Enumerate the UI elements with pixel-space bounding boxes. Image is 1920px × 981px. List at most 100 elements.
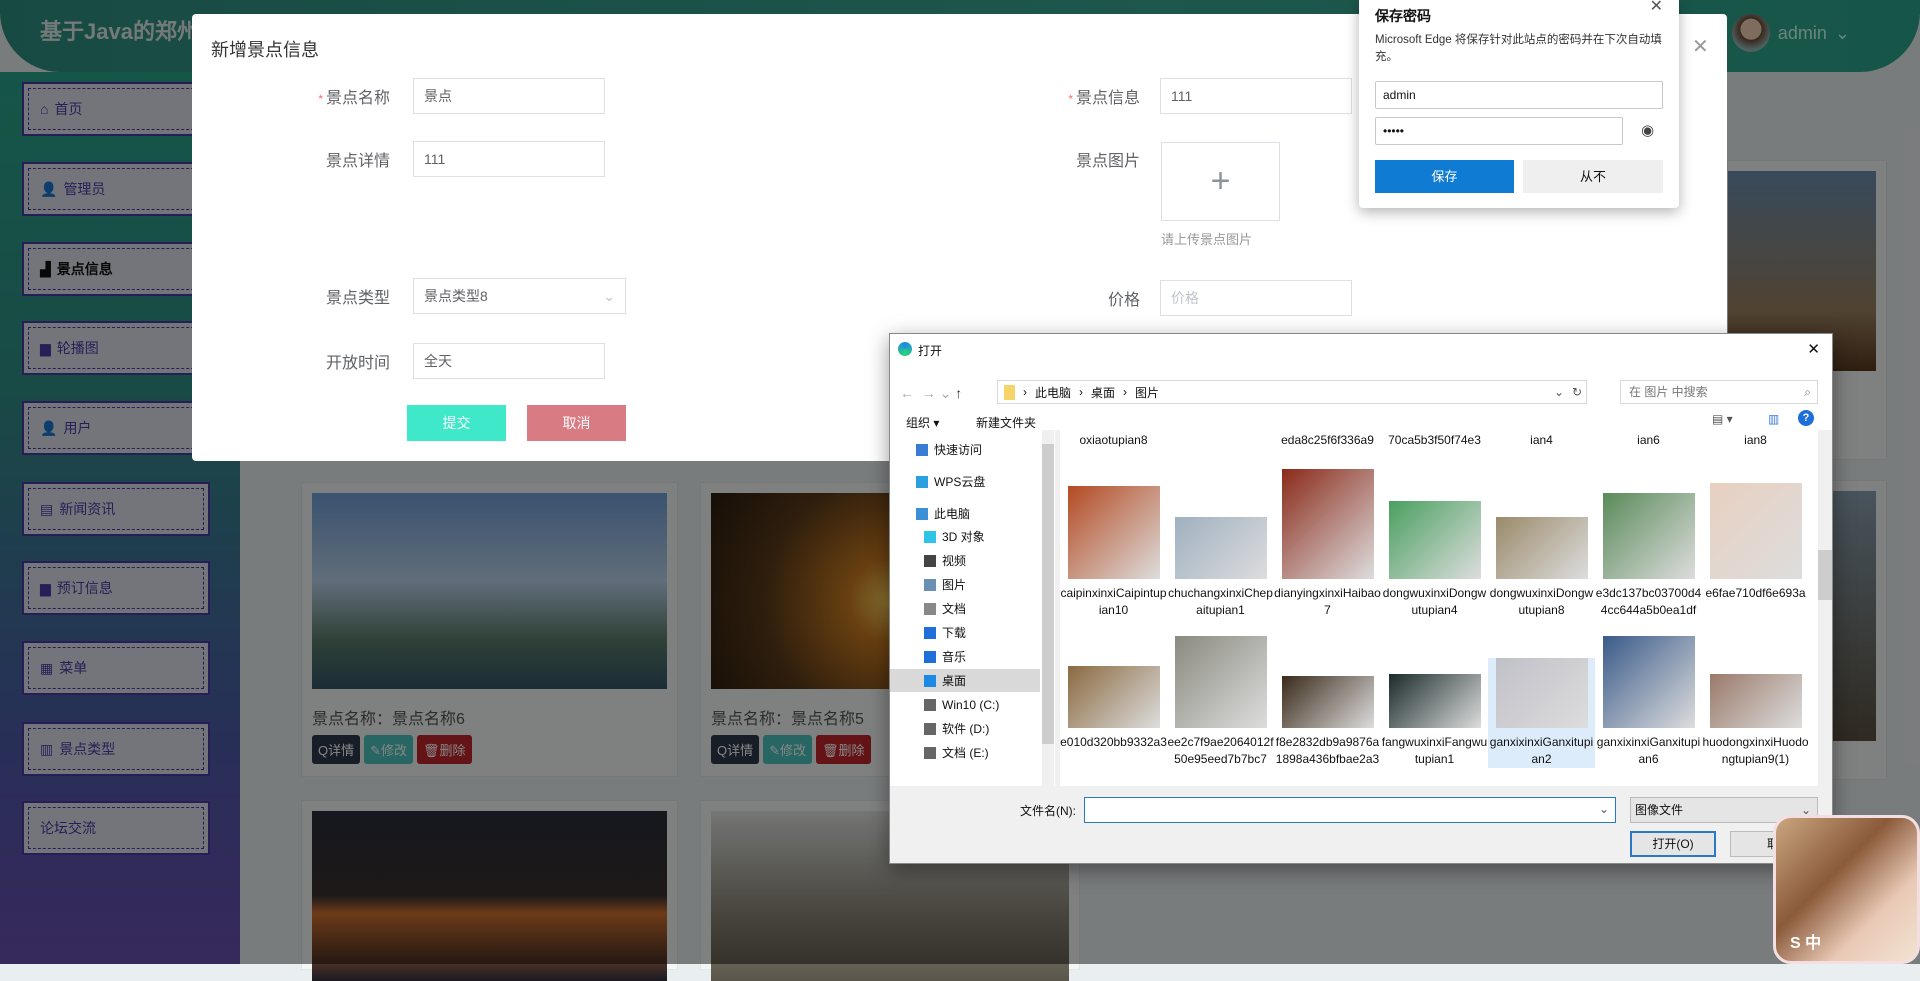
search-input[interactable]: 在 图片 中搜索 ⌕	[1620, 380, 1818, 404]
never-button[interactable]: 从不	[1523, 160, 1663, 193]
file-name: caipinxinxiCaipintupian4	[1530, 433, 1553, 447]
scenic-info-input[interactable]: 111	[1160, 78, 1352, 114]
close-icon[interactable]: ✕	[1807, 340, 1820, 358]
open-time-label: 开放时间	[325, 355, 390, 372]
name-label: * 景点名称	[270, 84, 390, 108]
submit-button[interactable]: 提交	[407, 405, 506, 441]
breadcrumb-item[interactable]: 此电脑	[1035, 384, 1071, 401]
scenic-detail-input[interactable]: 111	[413, 141, 605, 177]
file-name: caipinxinxiCaipintupian6	[1637, 433, 1660, 447]
nav-item[interactable]: 快速访问	[890, 438, 1040, 461]
save-password-button[interactable]: 保存	[1375, 160, 1514, 193]
back-icon[interactable]: ← → ⌄ ↑	[900, 385, 962, 402]
file-item[interactable]: e3dc137bc03700d44cc644a5b0ea1df	[1595, 493, 1702, 619]
close-icon[interactable]: ✕	[1692, 34, 1709, 59]
refresh-icon[interactable]: ↻	[1572, 385, 1582, 399]
nav-item[interactable]: Win10 (C:)	[890, 693, 1040, 716]
file-item[interactable]: caipinxinxiCaipintupian10	[1060, 486, 1167, 619]
password-field[interactable]: •••••	[1375, 117, 1623, 145]
chevron-down-icon[interactable]: ⌄	[1554, 385, 1564, 399]
file-name: e010d320bb9332a3	[1060, 735, 1167, 749]
nav-item[interactable]: 软件 (D:)	[890, 717, 1040, 740]
file-scrollbar[interactable]	[1818, 430, 1832, 786]
file-item[interactable]: c3fd9ac10ba55890eda8c25f6f336a9	[1274, 430, 1381, 449]
file-name: dongwuxinxiDongwutupian8	[1489, 586, 1594, 617]
price-input[interactable]: 价格	[1160, 280, 1352, 316]
file-item[interactable]: e010d320bb9332a3	[1060, 666, 1167, 751]
file-item[interactable]: e6fae710df6e693a	[1702, 483, 1809, 602]
nav-item[interactable]: 音乐	[890, 645, 1040, 668]
nav-item[interactable]: 下载	[890, 621, 1040, 644]
file-item[interactable]: huodongxinxiHuodongtupian9(1)	[1702, 674, 1809, 768]
nav-item[interactable]: 此电脑	[890, 502, 1040, 525]
file-item[interactable]: chuchangxinxiChepaitupian1	[1167, 517, 1274, 619]
address-bar[interactable]: › 此电脑 › 桌面 › 图片 ⌄ ↻	[997, 380, 1587, 404]
nav-label: 图片	[942, 578, 967, 592]
file-item[interactable]: bc9bf8767a060f1	[1167, 430, 1274, 432]
folder-icon	[924, 746, 936, 759]
preview-pane-icon[interactable]: ▥	[1768, 412, 1779, 426]
nav-label: 3D 对象	[942, 530, 985, 544]
nav-item[interactable]: 3D 对象	[890, 525, 1040, 548]
organize-button[interactable]: 组织 ▾	[906, 414, 939, 431]
view-icon[interactable]: ▤ ▾	[1712, 412, 1733, 426]
file-item[interactable]: caipinxinxiCaipintupian8	[1702, 430, 1809, 449]
nav-label: Win10 (C:)	[942, 697, 1000, 712]
file-thumbnail	[1495, 658, 1588, 728]
nav-item[interactable]: 桌面	[890, 669, 1040, 692]
open-time-input[interactable]: 全天	[413, 343, 605, 379]
file-item[interactable]: dongwuxinxiDongwutupian8	[1488, 517, 1595, 619]
required-mark: *	[1068, 92, 1073, 106]
file-name: chuchangxinxiChepaitupian1	[1168, 586, 1273, 617]
nav-scrollbar[interactable]	[1042, 430, 1054, 786]
file-item[interactable]: caipinxinxiCaipintupian6	[1595, 430, 1702, 449]
folder-icon	[924, 626, 936, 639]
nav-item[interactable]: 图片	[890, 573, 1040, 596]
file-thumbnail	[1602, 493, 1695, 579]
separator: ›	[1023, 385, 1027, 399]
close-icon[interactable]: ✕	[1650, 0, 1663, 16]
nav-item[interactable]: 文档 (E:)	[890, 741, 1040, 764]
new-folder-button[interactable]: 新建文件夹	[976, 414, 1036, 431]
help-icon[interactable]: ?	[1798, 410, 1814, 426]
folder-icon	[916, 443, 928, 456]
nav-label: 文档	[942, 602, 967, 616]
file-item[interactable]: baoxiaobiaozhunBaoxiaotupian8	[1060, 430, 1167, 449]
file-name: fangwuxinxiFangwutupian1	[1381, 735, 1488, 766]
file-item[interactable]: fangwuxinxiFangwutupian1	[1381, 674, 1488, 768]
price-label: 价格	[1107, 292, 1140, 309]
scenic-type-select[interactable]: 景点类型8 ⌄	[413, 278, 626, 314]
image-upload[interactable]: +	[1161, 142, 1280, 221]
navigation-pane: 快速访问 WPS云盘此电脑 3D 对象视频图片文档下载 音乐 桌面 Win10 (C:) 软…	[890, 430, 1055, 786]
cancel-button[interactable]: 取消	[527, 405, 626, 441]
eye-icon[interactable]: ◉	[1641, 121, 1654, 139]
open-button[interactable]: 打开(O)	[1630, 831, 1716, 857]
file-name: dongwuxinxiDongwutupian4	[1382, 586, 1487, 617]
nav-item[interactable]: 文档	[890, 597, 1040, 620]
filename-input[interactable]: ⌄	[1084, 797, 1616, 823]
nav-label: 软件 (D:)	[942, 722, 990, 736]
file-item[interactable]: ganxixinxiGanxitupian6	[1595, 636, 1702, 768]
upload-hint: 请上传景点图片	[1161, 232, 1253, 247]
nav-item[interactable]: WPS云盘	[890, 470, 1040, 493]
scenic-name-input[interactable]: 景点	[413, 78, 605, 114]
breadcrumb-item[interactable]: 图片	[1135, 384, 1159, 401]
file-item[interactable]: caipinxinxiCaipintupian4	[1488, 430, 1595, 449]
file-item[interactable]: ganxixinxiGanxitupian2	[1488, 658, 1595, 768]
folder-icon	[924, 530, 936, 543]
ime-widget[interactable]: S 中	[1773, 815, 1920, 964]
file-item[interactable]: ee2c7f9ae2064012f50e95eed7b7bc7	[1167, 636, 1274, 768]
dialog-title: 打开	[918, 344, 943, 358]
file-item[interactable]: f8e2832db9a9876a1898a436bfbae2a3	[1274, 676, 1381, 768]
file-thumbnail	[1281, 676, 1374, 728]
file-thumbnail	[1067, 486, 1160, 579]
username-field[interactable]: admin	[1375, 81, 1663, 109]
detail-label: 景点详情	[325, 153, 390, 170]
file-item[interactable]: dianyingxinxiHaibao7	[1274, 469, 1381, 619]
file-item[interactable]: c40227b0c0f5b0e270ca5b3f50f74e3	[1381, 430, 1488, 449]
file-item[interactable]: dongwuxinxiDongwutupian4	[1381, 501, 1488, 619]
folder-icon	[916, 475, 928, 488]
select-value: 景点类型8	[424, 288, 488, 304]
nav-item[interactable]: 视频	[890, 549, 1040, 572]
breadcrumb-item[interactable]: 桌面	[1091, 384, 1115, 401]
